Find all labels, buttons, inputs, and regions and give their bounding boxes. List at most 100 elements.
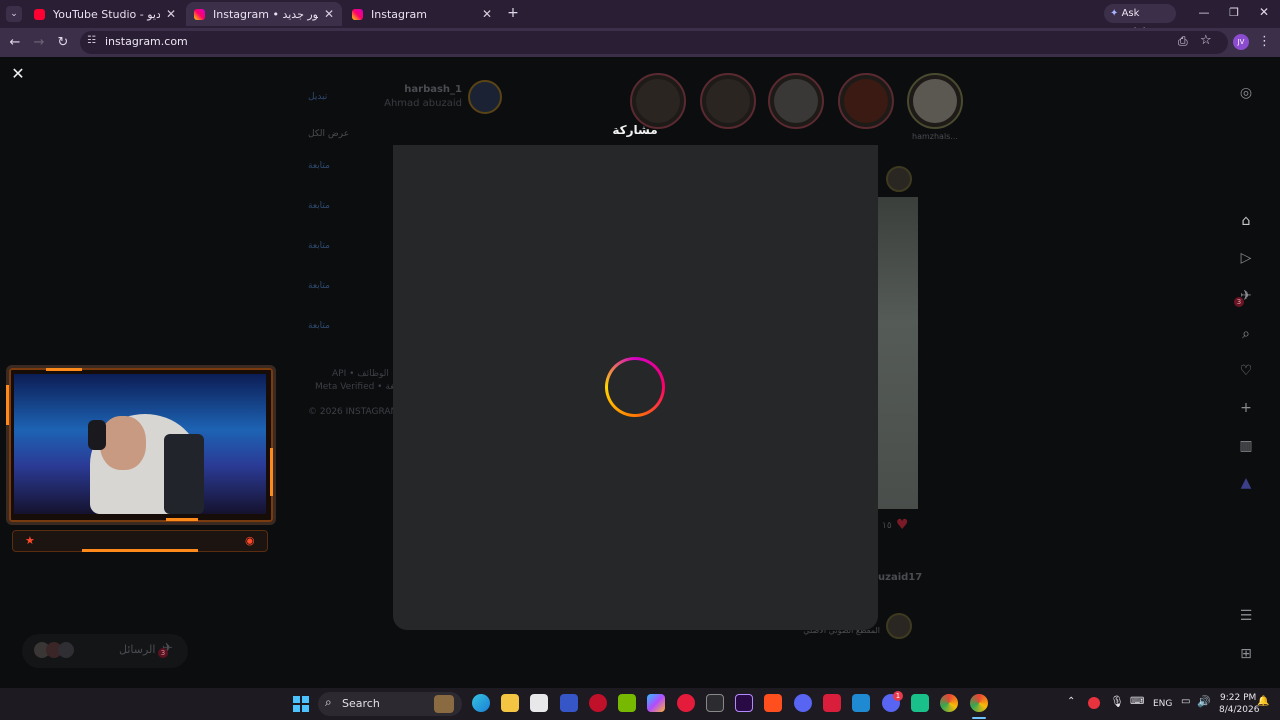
profile-avatar[interactable]: JV — [1233, 34, 1249, 50]
brand-icon: ◉ — [245, 534, 255, 547]
volume-icon[interactable]: 🔊 — [1197, 695, 1211, 708]
webcam-video — [14, 374, 266, 514]
messages-badge: 3 — [158, 648, 168, 658]
switch-account-link[interactable]: تبديل — [308, 92, 327, 102]
browser-toolbar: ← → ↻ ☷ instagram.com ⎙ ☆ JV ⋮ — [0, 28, 1280, 57]
reels-icon[interactable]: ▷ — [1237, 249, 1255, 267]
post-author-avatar[interactable] — [886, 166, 912, 192]
tab-instagram-create-post[interactable]: Instagram • إنشاء منشور جديد ✕ — [186, 2, 342, 26]
close-icon[interactable]: ✕ — [10, 66, 26, 82]
ask-gemini-button[interactable]: ✦ Ask Gemini — [1104, 4, 1176, 38]
post-username: uzaid17 — [878, 572, 923, 583]
microphone-icon[interactable]: 🎙 — [1110, 695, 1124, 708]
notification-badge: 3 — [1234, 297, 1244, 307]
bookmark-star-icon[interactable]: ☆ — [1200, 33, 1212, 48]
tab-label: Instagram • إنشاء منشور جديد — [213, 7, 318, 21]
app-icon[interactable] — [706, 694, 724, 712]
back-icon[interactable]: ← — [6, 34, 24, 52]
app-icon[interactable] — [911, 694, 929, 712]
close-tab-icon[interactable]: ✕ — [482, 7, 492, 21]
tab-label: Instagram — [371, 7, 427, 21]
tab-search-dropdown[interactable]: ⌄ — [6, 6, 22, 22]
follow-button[interactable]: متابعة — [308, 241, 330, 251]
forward-icon[interactable]: → — [30, 34, 48, 52]
restore-window-button[interactable]: ❐ — [1226, 6, 1242, 22]
site-info-icon[interactable]: ☷ — [87, 35, 96, 46]
youtube-icon — [34, 8, 45, 20]
story-avatar[interactable] — [838, 73, 894, 129]
story-avatar[interactable] — [630, 73, 686, 129]
brave-icon[interactable] — [764, 694, 782, 712]
minimize-window-button[interactable]: — — [1196, 6, 1212, 22]
account-name: Ahmad abuzaid — [384, 98, 462, 109]
clock-time[interactable]: 9:22 PM — [1220, 693, 1256, 703]
vscode-icon[interactable] — [852, 694, 870, 712]
notification-bell-icon[interactable]: 🔔 — [1257, 696, 1269, 707]
story-avatar[interactable] — [700, 73, 756, 129]
app-icon[interactable] — [589, 694, 607, 712]
story-avatar[interactable] — [768, 73, 824, 129]
discord-icon[interactable] — [794, 694, 812, 712]
browser-tab-bar: ⌄ YouTube Studio - تفاصيل الفيديو ✕ Inst… — [0, 0, 1280, 38]
install-app-icon[interactable]: ⎙ — [1178, 34, 1188, 49]
close-tab-icon[interactable]: ✕ — [166, 7, 176, 21]
search-label: Search — [342, 697, 380, 710]
tray-overflow-icon[interactable]: ⌃ — [1067, 696, 1075, 707]
streamer-head — [100, 416, 146, 470]
see-all-link[interactable]: عرض الكل — [308, 129, 349, 139]
copilot-icon[interactable] — [647, 694, 665, 712]
app-icon[interactable] — [677, 694, 695, 712]
nvidia-icon[interactable] — [618, 694, 636, 712]
language-indicator[interactable]: ENG — [1153, 699, 1172, 709]
chrome-icon[interactable] — [970, 694, 988, 712]
chrome-icon[interactable] — [940, 694, 958, 712]
reload-icon[interactable]: ↻ — [54, 34, 72, 52]
insights-icon[interactable]: ▥ — [1237, 437, 1255, 455]
cam-frame-accent — [6, 385, 9, 425]
tab-youtube-studio[interactable]: YouTube Studio - تفاصيل الفيديو ✕ — [26, 2, 184, 26]
more-apps-icon[interactable]: ⊞ — [1237, 645, 1255, 663]
home-icon[interactable]: ⌂ — [1237, 212, 1255, 230]
messages-button[interactable]: الرسائل ✈ 3 — [22, 634, 188, 668]
close-tab-icon[interactable]: ✕ — [324, 7, 334, 21]
store-icon[interactable] — [530, 694, 548, 712]
account-avatar[interactable] — [468, 80, 502, 114]
taskbar-search-box[interactable]: ⌕ Search — [318, 692, 462, 716]
follow-button[interactable]: متابعة — [308, 201, 330, 211]
heart-icon[interactable]: ♥ — [896, 517, 909, 533]
url-text: instagram.com — [105, 35, 188, 48]
post-image[interactable] — [878, 197, 918, 509]
clock-date[interactable]: 8/4/2026 — [1219, 705, 1259, 715]
story-avatar[interactable] — [907, 73, 963, 129]
follow-button[interactable]: متابعة — [308, 281, 330, 291]
tab-instagram[interactable]: Instagram ✕ — [344, 2, 500, 26]
profile-icon[interactable]: ▲ — [1237, 474, 1255, 492]
file-explorer-icon[interactable] — [501, 694, 519, 712]
notifications-heart-icon[interactable]: ♡ — [1237, 362, 1255, 380]
likes-count: ١٥ — [882, 521, 892, 531]
address-bar[interactable]: ☷ instagram.com ⎙ ☆ — [80, 31, 1228, 54]
browser-menu-icon[interactable]: ⋮ — [1258, 34, 1271, 50]
cam-frame-accent — [46, 368, 82, 371]
search-icon[interactable]: ⌕ — [1237, 325, 1255, 343]
message-avatars — [34, 642, 78, 660]
cam-frame-accent — [166, 518, 198, 521]
edge-icon[interactable] — [472, 694, 490, 712]
menu-icon[interactable]: ☰ — [1237, 607, 1255, 625]
windows-start-icon[interactable] — [293, 696, 309, 712]
app-icon[interactable] — [823, 694, 841, 712]
close-window-button[interactable]: ✕ — [1256, 5, 1272, 21]
instagram-icon — [194, 8, 205, 20]
premiere-icon[interactable] — [735, 694, 753, 712]
follow-button[interactable]: متابعة — [308, 321, 330, 331]
instagram-logo-icon[interactable]: ◎ — [1237, 84, 1255, 102]
create-plus-icon[interactable]: + — [1237, 399, 1255, 417]
reel-avatar[interactable] — [886, 613, 912, 639]
new-tab-button[interactable]: + — [505, 5, 521, 21]
tray-app-icon[interactable] — [1088, 697, 1100, 709]
keyboard-icon[interactable]: ⌨ — [1130, 696, 1144, 707]
app-icon[interactable] — [560, 694, 578, 712]
follow-button[interactable]: متابعة — [308, 161, 330, 171]
share-modal — [393, 145, 878, 630]
network-icon[interactable]: ▭ — [1181, 696, 1190, 707]
